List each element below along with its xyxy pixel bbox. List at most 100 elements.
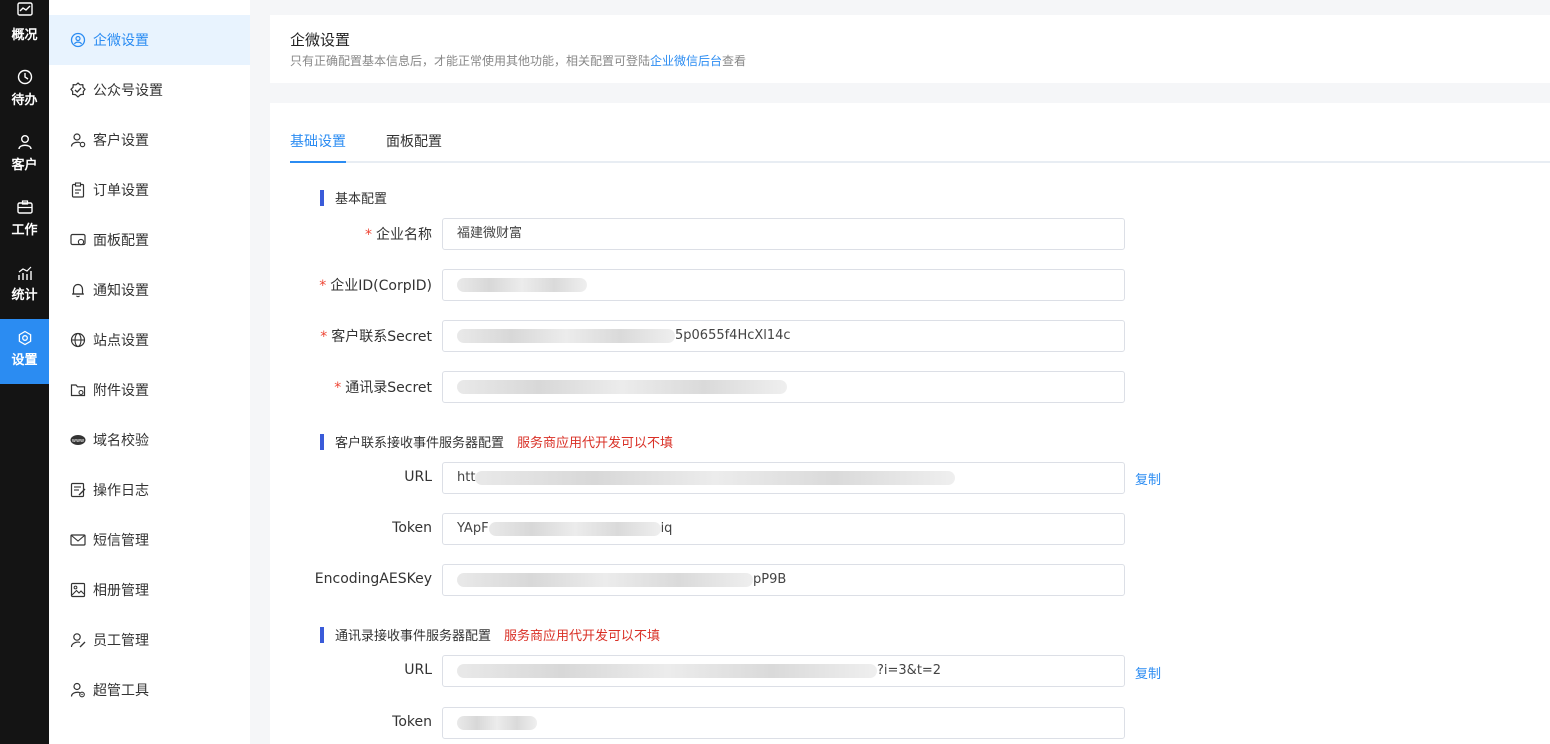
field-label-text: 客户联系Secret: [331, 329, 432, 345]
menu-item-operation-log[interactable]: 操作日志: [49, 465, 250, 515]
settings-menu: 企微设置 公众号设置 客户设置 订单设置 面板配置 通知设置 站点设置 附件设置…: [49, 0, 250, 744]
input-value: pP9B: [753, 572, 787, 587]
menu-item-label: 公众号设置: [93, 83, 163, 99]
customer-settings-icon: [69, 131, 87, 149]
menu-item-label: 附件设置: [93, 383, 149, 399]
menu-item-customer-settings[interactable]: 客户设置: [49, 115, 250, 165]
menu-item-album[interactable]: 相册管理: [49, 565, 250, 615]
rail-label: 统计: [11, 288, 38, 303]
menu-item-label: 相册管理: [93, 583, 149, 599]
input-value-tail: iq: [660, 521, 673, 536]
rail-item-overview[interactable]: 概况: [0, 0, 49, 57]
rail-item-customer[interactable]: 客户: [0, 130, 49, 195]
menu-item-site-settings[interactable]: 站点设置: [49, 315, 250, 365]
menu-item-domain-verify[interactable]: www 域名校验: [49, 415, 250, 465]
optional-warning: 服务商应用代开发可以不填: [504, 629, 661, 644]
customer-secret-label: * 客户联系Secret: [320, 326, 432, 346]
page-title: 企微设置: [290, 31, 351, 49]
section-title-text: 客户联系接收事件服务器配置: [335, 436, 505, 451]
rail-item-stats[interactable]: 统计: [0, 260, 49, 325]
menu-item-label: 订单设置: [93, 183, 149, 199]
wecom-icon: [69, 31, 87, 49]
required-marker: *: [319, 278, 327, 294]
contacts-url-input[interactable]: ?i=3&t=2: [442, 655, 1125, 687]
rail-item-work[interactable]: 工作: [0, 195, 49, 260]
corp-name-label: * 企业名称: [365, 224, 432, 244]
contacts-token-input[interactable]: [442, 707, 1125, 739]
rail-label: 工作: [11, 223, 38, 238]
menu-item-label: 超管工具: [93, 683, 149, 699]
section-title-text: 基本配置: [335, 192, 388, 207]
contacts-token-label: Token: [392, 714, 432, 730]
menu-item-label: 员工管理: [93, 633, 149, 649]
corp-name-input[interactable]: 福建微财富: [442, 218, 1125, 250]
required-marker: *: [320, 329, 328, 345]
rail-label: 概况: [11, 28, 38, 43]
corp-id-input[interactable]: [442, 269, 1125, 301]
field-label-text: 企业ID(CorpID): [330, 278, 432, 294]
mail-icon: [69, 531, 87, 549]
redacted-value: [488, 521, 661, 536]
menu-item-official-account[interactable]: 公众号设置: [49, 65, 250, 115]
menu-item-label: 短信管理: [93, 533, 149, 549]
contacts-url-label: URL: [404, 662, 432, 678]
input-value: htt: [457, 470, 476, 485]
customer-token-input[interactable]: YApF iq: [442, 513, 1125, 545]
redacted-value: [457, 572, 753, 587]
rail-label: 待办: [11, 93, 38, 108]
overview-icon: [0, 2, 49, 22]
contacts-secret-input[interactable]: [442, 371, 1125, 403]
menu-item-label: 站点设置: [93, 333, 149, 349]
section-customer-event-server: 客户联系接收事件服务器配置 服务商应用代开发可以不填: [320, 432, 673, 451]
section-title-text: 通讯录接收事件服务器配置: [335, 629, 492, 644]
bell-icon: [69, 281, 87, 299]
tab-panel-config[interactable]: 面板配置: [386, 131, 442, 163]
menu-item-staff[interactable]: 员工管理: [49, 615, 250, 665]
input-value: 福建微财富: [457, 226, 523, 241]
settings-form-card: 基础设置 面板配置 基本配置 * 企业名称 福建微财富 * 企业ID(CorpID)…: [270, 103, 1550, 744]
menu-item-sms[interactable]: 短信管理: [49, 515, 250, 565]
menu-item-label: 客户设置: [93, 133, 149, 149]
redacted-value: [475, 470, 956, 485]
menu-item-notification[interactable]: 通知设置: [49, 265, 250, 315]
section-marker: [320, 626, 324, 643]
corp-id-label: * 企业ID(CorpID): [319, 275, 432, 295]
page-header: 企微设置 只有正确配置基本信息后，才能正常使用其他功能，相关配置可登陆企业微信后…: [270, 15, 1550, 83]
menu-item-admin-tools[interactable]: 超管工具: [49, 665, 250, 715]
copy-customer-url-button[interactable]: 复制: [1135, 469, 1161, 488]
customer-url-label: URL: [404, 469, 432, 485]
menu-item-panel-config[interactable]: 面板配置: [49, 215, 250, 265]
section-marker: [320, 433, 324, 450]
menu-item-wecom-settings[interactable]: 企微设置: [49, 15, 250, 65]
verified-icon: [69, 81, 87, 99]
rail-item-settings[interactable]: 设置: [0, 319, 49, 384]
redacted-value: [457, 328, 675, 343]
menu-item-attachment[interactable]: 附件设置: [49, 365, 250, 415]
menu-item-order-settings[interactable]: 订单设置: [49, 165, 250, 215]
rail-item-todo[interactable]: 待办: [0, 65, 49, 130]
description-text-tail: 查看: [722, 54, 747, 68]
folder-icon: [69, 381, 87, 399]
admin-tool-icon: [69, 681, 87, 699]
menu-item-label: 企微设置: [93, 33, 149, 49]
menu-item-label: 面板配置: [93, 233, 149, 249]
wecom-admin-link[interactable]: 企业微信后台: [650, 54, 722, 68]
description-text: 只有正确配置基本信息后，才能正常使用其他功能，相关配置可登陆: [290, 54, 651, 68]
menu-item-label: 域名校验: [93, 433, 149, 449]
www-icon: www: [69, 431, 87, 449]
input-value: YApF: [457, 521, 489, 536]
image-icon: [69, 581, 87, 599]
section-marker: [320, 189, 324, 206]
section-basic-config: 基本配置: [320, 188, 387, 207]
tab-basic-settings[interactable]: 基础设置: [290, 131, 346, 163]
copy-contacts-url-button[interactable]: 复制: [1135, 663, 1161, 682]
customer-secret-input[interactable]: 5p0655f4HcXl14c: [442, 320, 1125, 352]
settings-icon: [0, 330, 49, 350]
customer-token-label: Token: [392, 520, 432, 536]
customer-aes-key-input[interactable]: pP9B: [442, 564, 1125, 596]
log-icon: [69, 481, 87, 499]
tab-bar: 基础设置 面板配置: [290, 131, 1550, 163]
customer-url-input[interactable]: htt: [442, 462, 1125, 494]
input-value: 5p0655f4HcXl14c: [675, 328, 791, 343]
svg-text:www: www: [72, 438, 84, 444]
